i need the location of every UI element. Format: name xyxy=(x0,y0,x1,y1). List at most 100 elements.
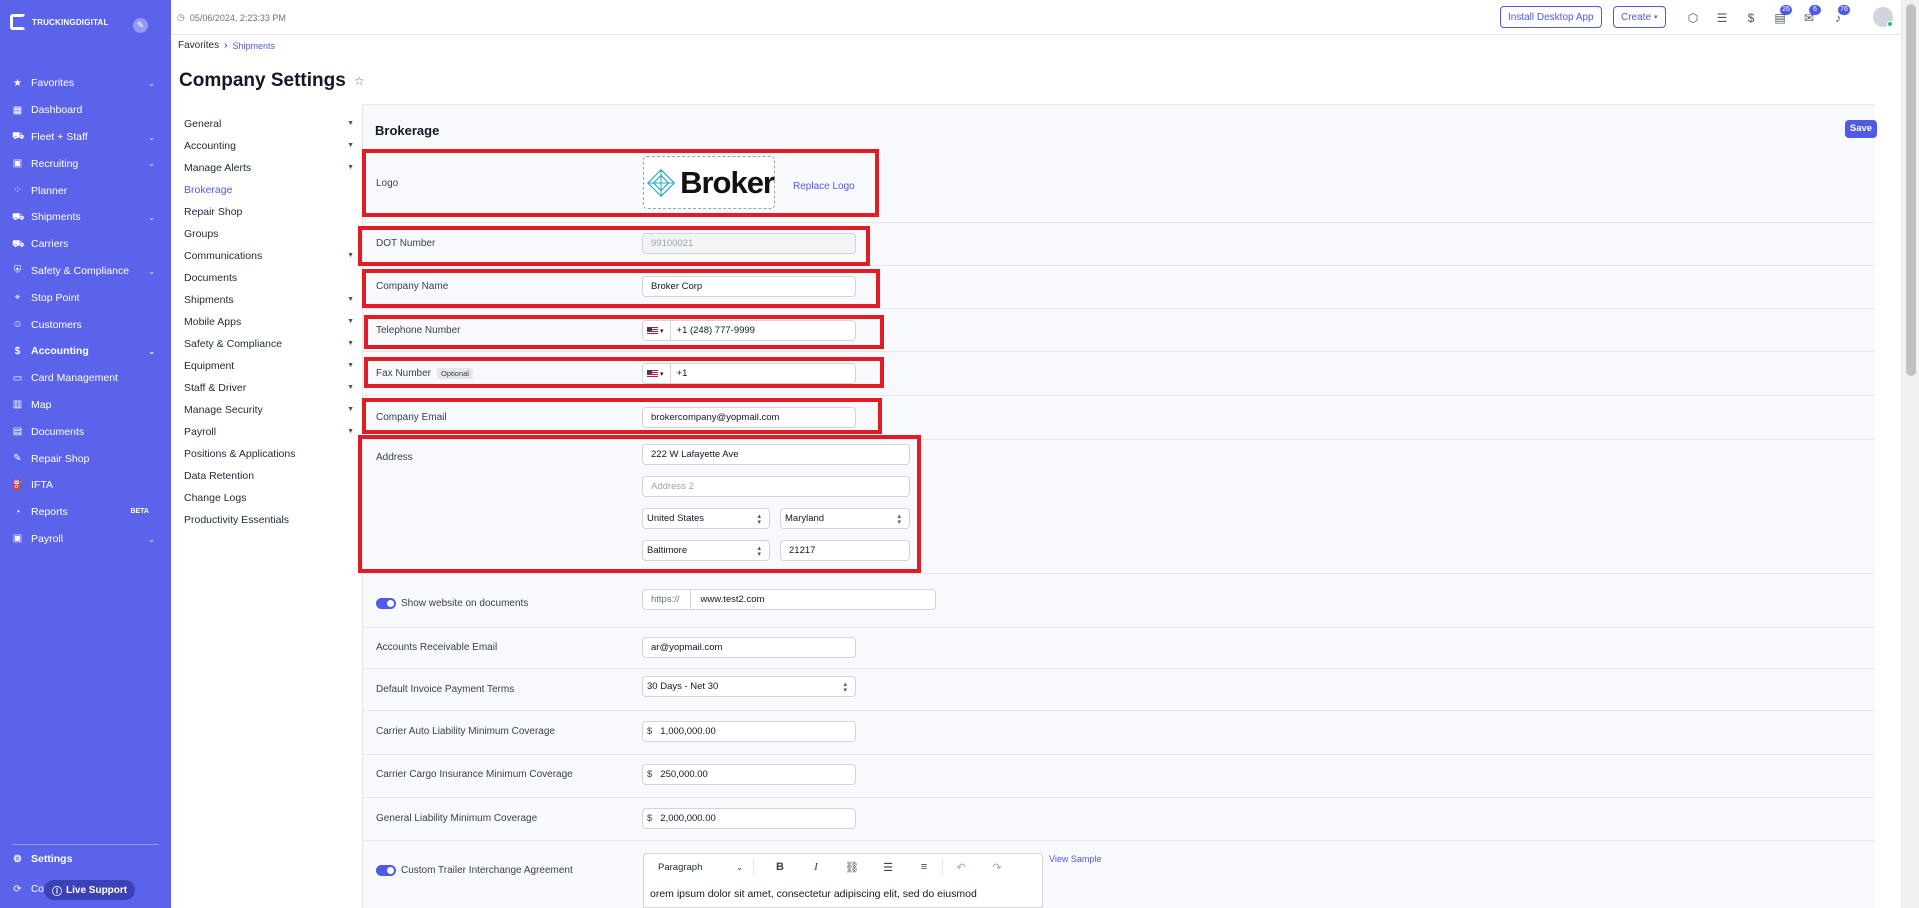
view-sample-link[interactable]: View Sample xyxy=(1049,854,1101,864)
sidebar-item-recruiting[interactable]: ▣ Recruiting ⌄ xyxy=(0,150,171,177)
subnav-item-staff-driver[interactable]: Staff & Driver ▼ xyxy=(184,377,356,399)
sidebar-item-label: Repair Shop xyxy=(31,452,90,465)
install-desktop-app-button[interactable]: Install Desktop App xyxy=(1500,6,1602,28)
sidebar-item-planner[interactable]: ⁘ Planner xyxy=(0,177,171,204)
save-button[interactable]: Save xyxy=(1845,120,1877,138)
payment-terms-select[interactable]: 30 Days - Net 30 ▴ ▾ xyxy=(642,676,856,697)
sidebar-item-label: Documents xyxy=(31,425,85,438)
chevron-down-icon[interactable]: ⌄ xyxy=(148,159,155,168)
subnav-item-manage-security[interactable]: Manage Security ▼ xyxy=(184,399,356,421)
planner-icon: ⁘ xyxy=(13,185,22,197)
chevron-down-icon[interactable]: ⌄ xyxy=(148,535,155,544)
highlight-box-logo xyxy=(362,149,879,217)
sidebar-item-label: Co xyxy=(31,884,44,895)
subnav-item-manage-alerts[interactable]: Manage Alerts ▼ xyxy=(184,157,356,179)
subnav-item-label: Equipment xyxy=(184,360,235,372)
chevron-down-icon[interactable]: ⌄ xyxy=(148,347,155,356)
subnav-item-brokerage[interactable]: Brokerage xyxy=(184,179,356,201)
bullet-list-icon[interactable]: ☰ xyxy=(870,861,906,874)
cargo-insurance-input[interactable]: $ 250,000.00 xyxy=(642,764,856,785)
scrollbar-thumb[interactable] xyxy=(1906,4,1916,376)
subnav-item-communications[interactable]: Communications ▼ xyxy=(184,245,356,267)
users-icon: ☺ xyxy=(12,319,23,331)
breadcrumb-root[interactable]: Favorites xyxy=(178,40,219,51)
subnav-item-label: Positions & Applications xyxy=(184,448,296,460)
chevron-down-icon[interactable]: ⌄ xyxy=(148,267,155,276)
sidebar-item-settings[interactable]: ⚙ Settings xyxy=(12,853,72,865)
grid-icon: ▦ xyxy=(12,104,23,116)
subnav-item-positions-applications[interactable]: Positions & Applications xyxy=(184,443,356,465)
bold-icon[interactable]: B xyxy=(762,861,798,873)
subnav-item-general[interactable]: General ▼ xyxy=(184,113,356,135)
sidebar-item-accounting[interactable]: $ Accounting ⌄ xyxy=(0,338,171,365)
create-button[interactable]: Create ▾ xyxy=(1613,6,1666,28)
sidebar-item-co[interactable]: ⟳ Co xyxy=(12,884,44,895)
sidebar-item-dashboard[interactable]: ▦ Dashboard xyxy=(0,97,171,124)
subnav-item-shipments[interactable]: Shipments ▼ xyxy=(184,289,356,311)
sidebar-item-payroll[interactable]: ▣ Payroll ⌄ xyxy=(0,526,171,553)
beta-badge: BETA xyxy=(130,507,149,515)
sidebar-item-repair-shop[interactable]: ✎ Repair Shop xyxy=(0,445,171,472)
numbered-list-icon[interactable]: ≡ xyxy=(906,861,942,873)
sidebar-item-safety-compliance[interactable]: ⛨ Safety & Compliance ⌄ xyxy=(0,258,171,285)
brand-logo[interactable]: TRUCKINGDIGITAL xyxy=(10,14,109,30)
editor-content[interactable]: orem ipsum dolor sit amet, consectetur a… xyxy=(643,880,1043,908)
italic-icon[interactable]: I xyxy=(798,861,834,873)
sidebar-item-customers[interactable]: ☺ Customers xyxy=(0,311,171,338)
page-scrollbar[interactable] xyxy=(1901,0,1919,908)
sidebar-item-ifta[interactable]: ⛽ IFTA xyxy=(0,472,171,499)
caret-down-icon: ▼ xyxy=(347,362,354,369)
sidebar-nav: ★ Favorites ⌄ ▦ Dashboard ⛟ Fleet + Staff ⌄ ▣ Rec… xyxy=(0,70,171,552)
tasks-icon[interactable]: ▤ 26 xyxy=(1772,5,1792,26)
subnav-item-equipment[interactable]: Equipment ▼ xyxy=(184,355,356,377)
sidebar-item-shipments[interactable]: ⛟ Shipments ⌄ xyxy=(0,204,171,231)
box-icon[interactable]: ⬡ xyxy=(1685,10,1701,26)
sidebar-item-card-management[interactable]: ▭ Card Management xyxy=(0,365,171,392)
bell-icon[interactable]: ♪ 76 xyxy=(1830,5,1850,26)
general-liability-input[interactable]: $ 2,000,000.00 xyxy=(642,808,856,829)
favorite-star-icon[interactable]: ☆ xyxy=(354,74,365,88)
dollar-icon[interactable]: $ xyxy=(1743,10,1759,26)
auto-liability-input[interactable]: $ 1,000,000.00 xyxy=(642,721,856,742)
subnav-item-change-logs[interactable]: Change Logs xyxy=(184,487,356,509)
breadcrumb-current[interactable]: Shipments xyxy=(232,41,275,51)
chevron-down-icon[interactable]: ⌄ xyxy=(148,133,155,142)
subnav-item-label: Accounting xyxy=(184,140,236,152)
subnav-item-mobile-apps[interactable]: Mobile Apps ▼ xyxy=(184,311,356,333)
subnav-item-data-retention[interactable]: Data Retention xyxy=(184,465,356,487)
sidebar-item-fleet-staff[interactable]: ⛟ Fleet + Staff ⌄ xyxy=(0,124,171,151)
subnav-item-repair-shop[interactable]: Repair Shop xyxy=(184,201,356,223)
undo-icon[interactable]: ↶ xyxy=(943,861,979,874)
highlight-box-dot-number xyxy=(358,226,870,266)
caret-down-icon: ▼ xyxy=(347,406,354,413)
currency-symbol: $ xyxy=(647,813,653,824)
subnav-item-safety-compliance[interactable]: Safety & Compliance ▼ xyxy=(184,333,356,355)
subnav-item-payroll[interactable]: Payroll ▼ xyxy=(184,421,356,443)
sidebar-item-map[interactable]: ▥ Map xyxy=(0,392,171,419)
chevron-down-icon[interactable]: ⌄ xyxy=(148,213,155,222)
sidebar-item-favorites[interactable]: ★ Favorites ⌄ xyxy=(0,70,171,97)
link-icon[interactable]: ⛓ xyxy=(834,861,870,874)
subnav-item-accounting[interactable]: Accounting ▼ xyxy=(184,135,356,157)
sidebar-item-documents[interactable]: ▤ Documents xyxy=(0,418,171,445)
chat-icon[interactable]: ✉ 6 xyxy=(1801,5,1821,26)
sidebar-item-reports[interactable]: ◔ Reports BETA xyxy=(0,499,171,526)
paragraph-style-select[interactable]: Paragraph ⌄ xyxy=(644,858,754,876)
collapse-sidebar-button[interactable]: ✎ xyxy=(133,18,148,33)
subnav-item-groups[interactable]: Groups xyxy=(184,223,356,245)
trailer-agreement-toggle[interactable] xyxy=(376,865,396,876)
chevron-down-icon[interactable]: ⌄ xyxy=(148,79,155,88)
subnav-item-documents[interactable]: Documents xyxy=(184,267,356,289)
website-input[interactable]: https:// www.test2.com xyxy=(642,589,936,610)
show-website-toggle[interactable] xyxy=(376,598,396,609)
ar-email-input[interactable]: ar@yopmail.com xyxy=(642,637,856,658)
redo-icon[interactable]: ↷ xyxy=(979,861,1015,874)
list-icon[interactable]: ☰ xyxy=(1714,10,1730,26)
sidebar-item-carriers[interactable]: ⛟ Carriers xyxy=(0,231,171,258)
avatar[interactable] xyxy=(1873,7,1893,27)
tasks-count-badge: 26 xyxy=(1780,5,1792,15)
sidebar-item-stop-point[interactable]: ⌖ Stop Point xyxy=(0,284,171,311)
brand-name: TRUCKINGDIGITAL xyxy=(32,17,109,27)
subnav-item-productivity-essentials[interactable]: Productivity Essentials xyxy=(184,509,356,531)
live-support-button[interactable]: ⓘ Live Support xyxy=(44,880,136,900)
